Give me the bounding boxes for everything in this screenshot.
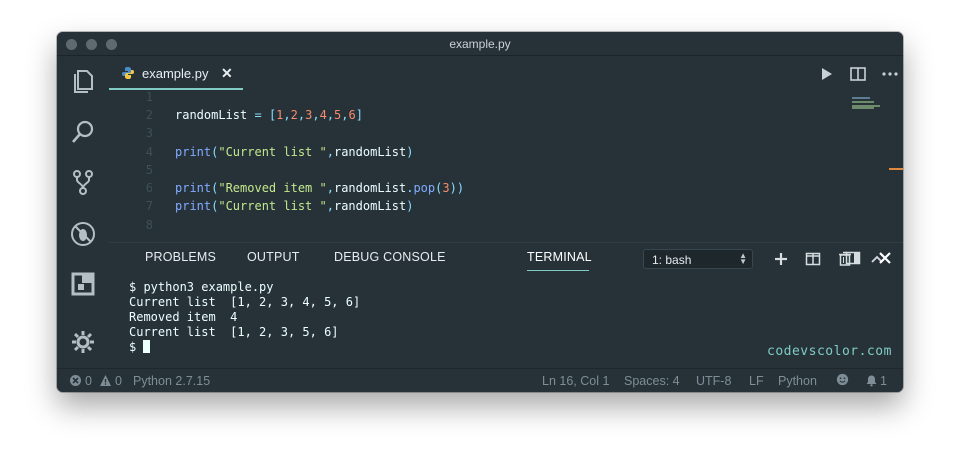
code-text: print("Current list ",randomList): [175, 199, 413, 213]
code-token: "Removed item ": [218, 181, 327, 195]
code-token: ): [406, 145, 414, 159]
code-token: print: [175, 145, 212, 159]
code-text: print("Current list ",randomList): [175, 145, 413, 159]
problems-status[interactable]: 0 0: [67, 369, 127, 392]
tab-label: example.py: [142, 66, 209, 81]
code-token: "Current list ": [218, 145, 327, 159]
code-line[interactable]: 1: [109, 90, 849, 108]
search-icon[interactable]: [69, 118, 97, 146]
code-token: ,: [312, 108, 320, 122]
code-token: pop: [413, 181, 436, 195]
debug-icon[interactable]: [69, 220, 97, 248]
terminal-line: $ python3 example.py: [129, 280, 274, 294]
scrollbar-marker[interactable]: [889, 168, 903, 170]
code-token: "Current list ": [218, 199, 327, 213]
code-line[interactable]: 5: [109, 163, 849, 181]
code-token: ,: [326, 108, 335, 122]
code-line[interactable]: 6 print("Removed item ",randomList.pop(3)…: [109, 181, 849, 199]
tab-close-icon[interactable]: ✕: [221, 65, 233, 82]
code-token: ,: [326, 199, 334, 213]
settings-gear-icon[interactable]: [69, 328, 97, 356]
terminal-output[interactable]: $ python3 example.py Current list [1, 2,…: [109, 242, 903, 368]
code-token: )): [449, 181, 465, 195]
indentation[interactable]: Spaces: 4: [624, 374, 680, 388]
code-token: print: [175, 199, 212, 213]
code-line[interactable]: 3: [109, 126, 849, 144]
activity-bar: [57, 56, 109, 368]
code-token: 4: [319, 108, 327, 122]
prompt-symbol: $: [129, 340, 144, 354]
terminal-prompt[interactable]: $: [129, 340, 151, 354]
minimap[interactable]: [852, 96, 896, 110]
code-token: 2: [290, 108, 298, 122]
error-icon: [69, 374, 82, 387]
notification-count: 1: [880, 374, 887, 388]
code-token: randomList: [175, 108, 248, 122]
feedback-smiley-icon[interactable]: [836, 373, 851, 388]
code-line[interactable]: 2 randomList = [1,2,3,4,5,6]: [109, 108, 849, 126]
status-bar: 0 0 Python 2.7.15 Ln 16, Col 1 Spaces: 4…: [57, 368, 903, 392]
line-number: 7: [145, 199, 153, 213]
line-number: 1: [145, 90, 153, 104]
code-editor[interactable]: 1 2 randomList = [1,2,3,4,5,6] 3 4 print("Cur…: [109, 90, 903, 242]
source-control-icon[interactable]: [69, 168, 97, 196]
code-token: =: [247, 108, 269, 122]
tab-example-py[interactable]: example.py ✕: [109, 56, 243, 90]
end-of-line[interactable]: LF: [749, 374, 764, 388]
terminal-cursor: [143, 340, 151, 353]
python-interpreter[interactable]: Python 2.7.15: [133, 374, 210, 388]
error-count: 0: [85, 374, 92, 388]
warning-icon: [99, 374, 112, 387]
code-token: ): [406, 199, 414, 213]
split-editor-icon[interactable]: [849, 65, 867, 83]
code-text: randomList = [1,2,3,4,5,6]: [175, 108, 363, 122]
encoding[interactable]: UTF-8: [696, 374, 731, 388]
vscode-window: example.py example.py ✕ 1 2 randomList =…: [57, 32, 903, 392]
code-token: print: [175, 181, 212, 195]
line-number: 2: [145, 108, 153, 122]
warning-count: 0: [115, 374, 122, 388]
code-token: ,: [283, 108, 291, 122]
line-number: 8: [145, 218, 153, 232]
code-token: ,: [326, 181, 334, 195]
code-line[interactable]: 4 print("Current list ",randomList): [109, 145, 849, 163]
line-number: 5: [145, 163, 153, 177]
code-token: randomList: [333, 145, 407, 159]
line-number: 6: [145, 181, 153, 195]
python-file-icon: [121, 66, 135, 80]
explorer-files-icon[interactable]: [69, 66, 97, 94]
code-token: 6: [348, 108, 356, 122]
terminal-line: Removed item 4: [129, 310, 238, 324]
terminal-line: Current list [1, 2, 3, 4, 5, 6]: [129, 295, 361, 309]
run-play-icon[interactable]: [817, 65, 835, 83]
code-line[interactable]: 7 print("Current list ",randomList): [109, 199, 849, 217]
watermark: codevscolor.com: [767, 344, 892, 359]
line-number: 3: [145, 126, 153, 140]
code-token: 3: [442, 181, 450, 195]
code-token: ,: [341, 108, 349, 122]
more-actions-icon[interactable]: [881, 65, 899, 83]
editor-tab-bar: example.py ✕: [109, 56, 903, 90]
cursor-position[interactable]: Ln 16, Col 1: [542, 374, 609, 388]
window-title: example.py: [449, 37, 511, 51]
extensions-icon[interactable]: [69, 270, 97, 298]
code-token: randomList: [333, 181, 407, 195]
line-number: 4: [145, 145, 153, 159]
language-mode[interactable]: Python: [778, 374, 817, 388]
code-line[interactable]: 8: [109, 218, 849, 236]
code-token: randomList: [333, 199, 407, 213]
code-token: ]: [355, 108, 363, 122]
title-bar: example.py: [57, 32, 903, 56]
code-token: ,: [326, 145, 334, 159]
code-text: print("Removed item ",randomList.pop(3)): [175, 181, 464, 195]
notification-bell-icon[interactable]: [865, 374, 878, 387]
terminal-line: Current list [1, 2, 3, 5, 6]: [129, 325, 339, 339]
